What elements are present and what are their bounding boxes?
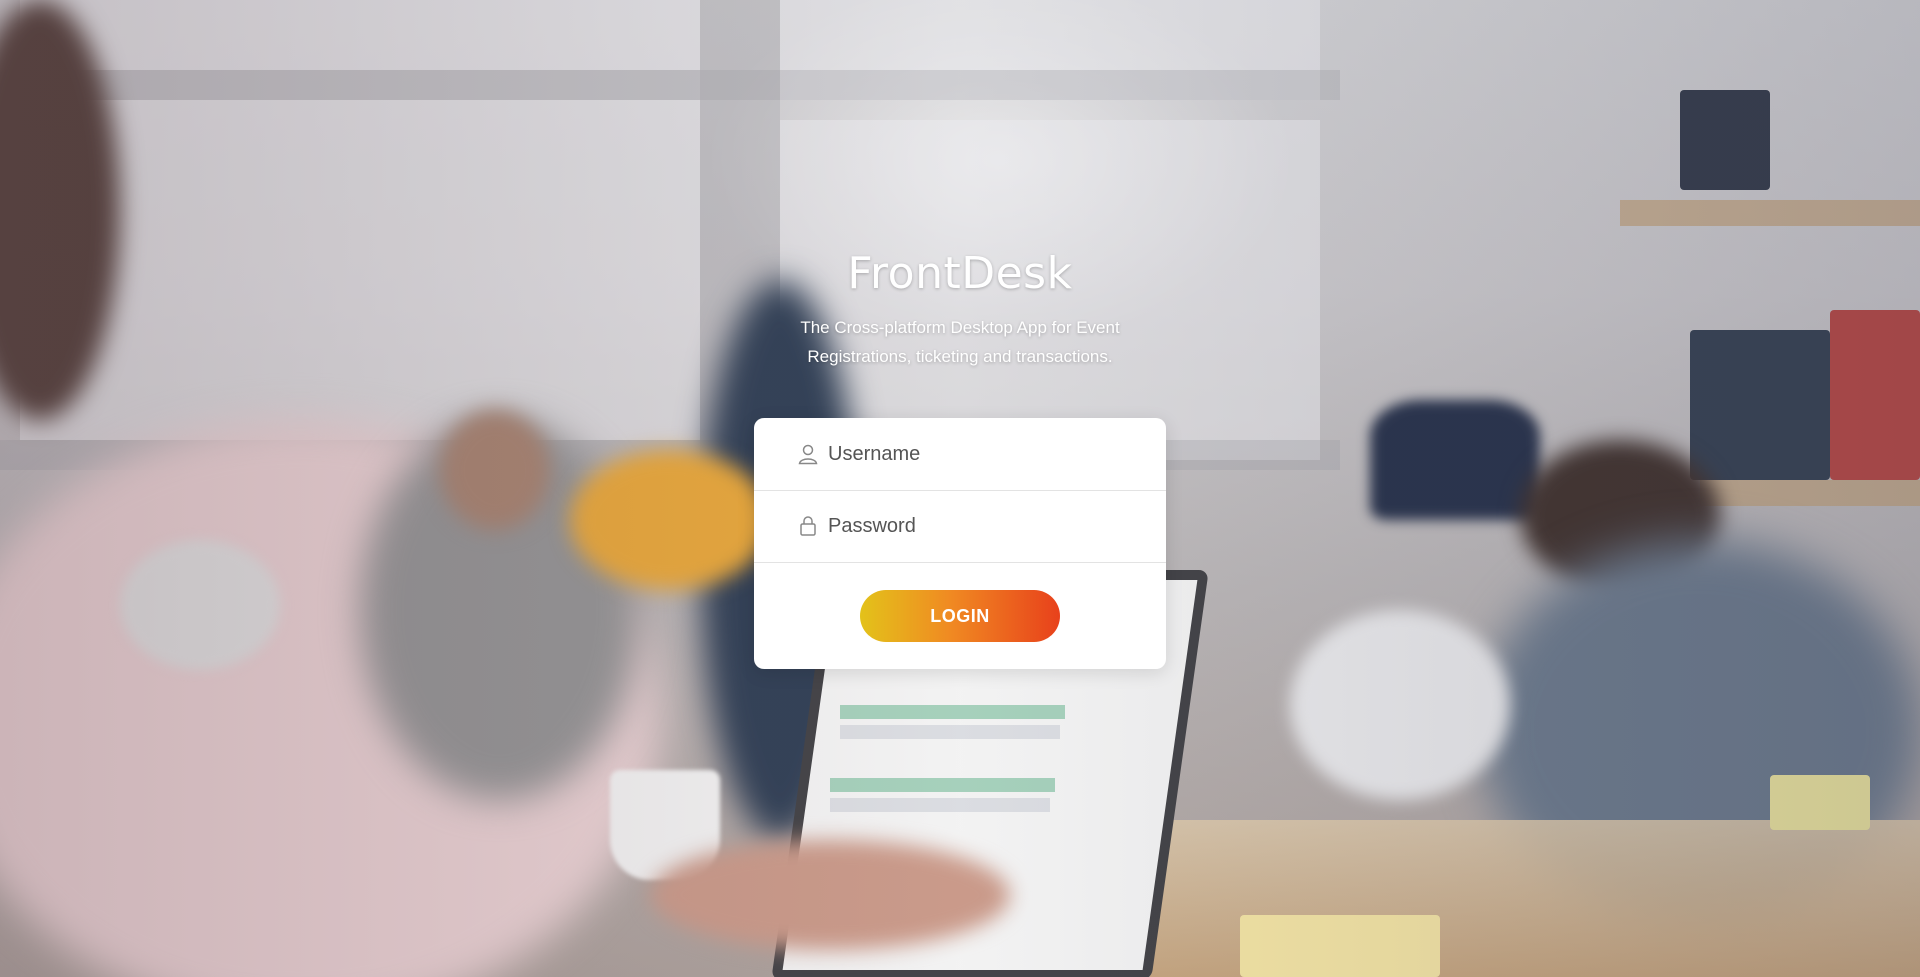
- login-card: LOGIN: [754, 418, 1166, 669]
- login-button[interactable]: LOGIN: [860, 590, 1060, 642]
- app-title: FrontDesk: [847, 248, 1073, 299]
- lock-icon: [796, 514, 820, 538]
- username-input[interactable]: [826, 441, 1130, 467]
- username-field: [754, 418, 1166, 491]
- app-subtitle: The Cross-platform Desktop App for Event…: [800, 318, 1120, 366]
- branding: FrontDesk The Cross-platform Desktop App…: [0, 248, 1920, 371]
- password-field: [754, 490, 1166, 563]
- user-icon: [796, 442, 820, 466]
- password-input[interactable]: [826, 513, 1130, 539]
